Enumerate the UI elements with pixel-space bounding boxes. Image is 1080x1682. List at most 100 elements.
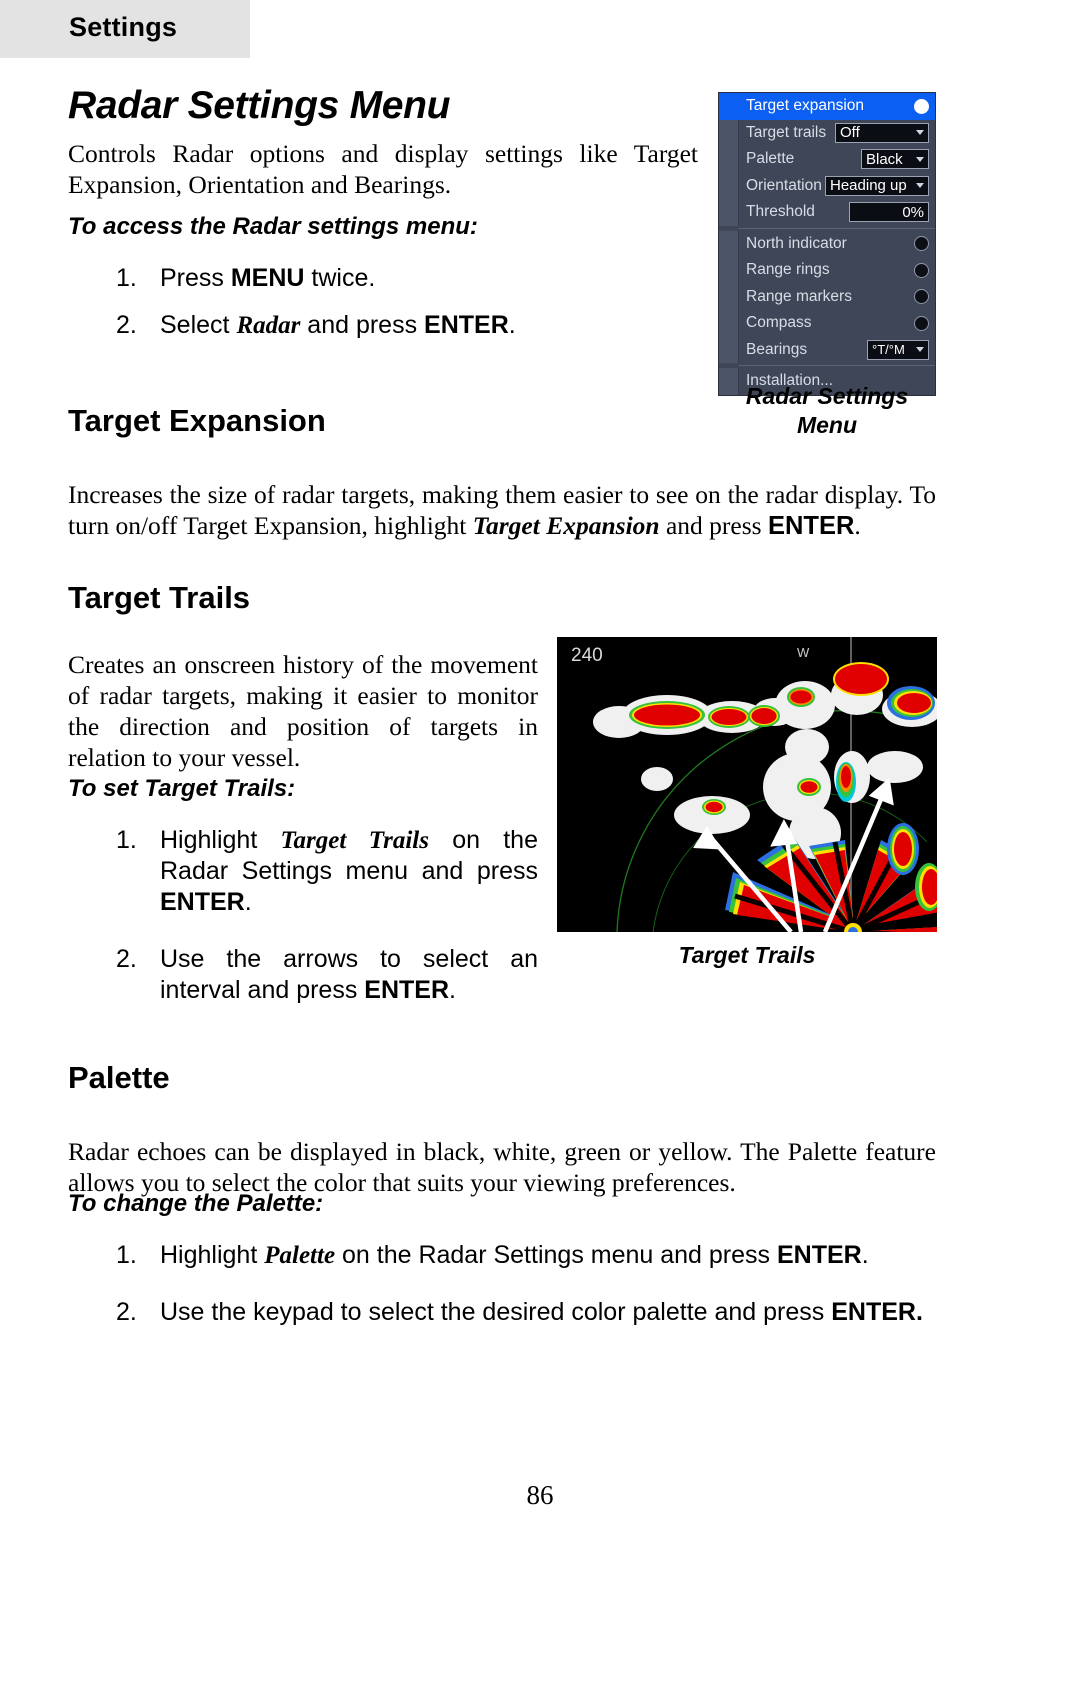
step-emphasis-target-trails: Target Trails (280, 827, 429, 854)
threshold-field[interactable]: 0% (849, 202, 929, 223)
menu-gutter (719, 257, 739, 284)
chevron-down-icon (916, 183, 924, 189)
step-text-suffix: . (449, 976, 456, 1004)
menu-item-threshold[interactable]: Threshold 0% (719, 199, 935, 226)
step-key-menu: MENU (230, 264, 305, 292)
step-number: 2. (116, 945, 137, 973)
step-number: 1. (116, 826, 137, 854)
step-emphasis-palette: Palette (264, 1242, 336, 1269)
step-key-enter: ENTER. (831, 1298, 923, 1326)
toggle-dot-icon[interactable] (914, 236, 929, 252)
menu-item-label: North indicator (746, 234, 847, 252)
step-number: 1. (116, 1241, 137, 1269)
menu-item-orientation[interactable]: Orientation Heading up (719, 172, 935, 199)
menu-item-compass[interactable]: Compass (719, 310, 935, 337)
bearings-combo[interactable]: °T/°M (867, 339, 929, 360)
menu-item-range-rings[interactable]: Range rings (719, 257, 935, 284)
step-text-suffix: . (244, 888, 252, 916)
palette-body: Radar echoes can be displayed in black, … (68, 1137, 936, 1197)
body-key-enter: ENTER (767, 512, 855, 540)
body-part-3: . (854, 511, 861, 540)
menu-item-label: Range markers (746, 287, 852, 305)
radar-settings-menu-figure: Target expansion Target trails Off Palet… (718, 92, 936, 396)
target-trails-figure-caption: Target Trails (678, 942, 816, 968)
palette-steps: 1. Highlight Palette on the Radar Settin… (68, 1240, 936, 1328)
threshold-value: 0% (902, 203, 924, 221)
access-procedure-steps: 1. Press MENU twice. 2. Select Radar and… (68, 263, 708, 341)
section-header-label: Settings (69, 12, 178, 42)
toggle-dot-icon[interactable] (914, 98, 929, 114)
list-item: 2. Select Radar and press ENTER. (68, 310, 708, 341)
step-text-prefix: Highlight (160, 1241, 265, 1269)
access-procedure-block: To access the Radar settings menu: 1. Pr… (68, 213, 708, 357)
radar-settings-menu-intro: Controls Radar options and display setti… (68, 139, 698, 199)
step-number: 1. (116, 264, 137, 292)
body-emphasis: Target Expansion (472, 511, 660, 540)
manual-page: Settings Target expansion Target trails … (0, 0, 1080, 1682)
step-text-suffix: . (861, 1241, 869, 1269)
step-text-prefix: Highlight (160, 826, 281, 854)
radar-settings-menu-section: Radar Settings Menu Controls Radar optio… (68, 84, 708, 200)
palette-value: Black (866, 150, 903, 168)
body-part-2: and press (659, 511, 768, 540)
step-text-prefix: Use the keypad to select the desired col… (160, 1298, 832, 1326)
toggle-dot-icon[interactable] (914, 262, 929, 278)
page-number: 86 (526, 1480, 554, 1510)
menu-item-label: Compass (746, 314, 812, 332)
step-text-suffix: . (508, 311, 516, 339)
chevron-down-icon (916, 156, 924, 162)
menu-gutter (719, 283, 739, 310)
menu-gutter (719, 199, 739, 226)
menu-item-label: Target expansion (746, 97, 865, 115)
menu-gutter (719, 119, 739, 146)
section-header-tab: Settings (0, 0, 250, 58)
step-key-enter: ENTER (160, 888, 245, 916)
chevron-down-icon (916, 347, 924, 353)
page-title: Radar Settings Menu (68, 84, 451, 127)
radar-scope-graphic: W (557, 637, 937, 932)
target-trails-radar-image: 240 W (557, 637, 937, 932)
target-trails-steps: 1. Highlight Target Trails on the Radar … (68, 825, 538, 1006)
list-item: 1. Highlight Target Trails on the Radar … (68, 825, 538, 918)
step-text-suffix: twice. (304, 264, 376, 292)
target-trails-procedure-title: To set Target Trails: (68, 775, 296, 802)
palette-procedure-title: To change the Palette: (68, 1190, 324, 1217)
step-text-prefix: Select (160, 311, 237, 339)
toggle-dot-icon[interactable] (914, 289, 929, 305)
menu-item-label: Threshold (746, 203, 815, 221)
target-expansion-body: Increases the size of radar targets, mak… (68, 479, 936, 542)
orientation-value: Heading up (830, 177, 907, 195)
access-procedure-title: To access the Radar settings menu: (68, 213, 478, 240)
menu-item-target-trails[interactable]: Target trails Off (719, 119, 935, 146)
target-trails-body: Creates an onscreen history of the movem… (68, 650, 538, 772)
menu-gutter (719, 146, 739, 173)
chevron-down-icon (916, 130, 924, 136)
menu-item-palette[interactable]: Palette Black (719, 146, 935, 173)
menu-item-bearings[interactable]: Bearings °T/°M (719, 336, 935, 363)
radar-range-label: 240 (571, 645, 603, 666)
palette-heading: Palette (68, 1060, 170, 1095)
menu-divider (739, 365, 935, 366)
list-item: 2. Use the arrows to select an interval … (68, 944, 538, 1006)
step-text-prefix: Use the arrows to select an interval and… (160, 945, 538, 1004)
step-number: 2. (116, 311, 137, 339)
bearings-value: °T/°M (872, 342, 905, 358)
target-trails-value: Off (840, 124, 860, 142)
menu-item-label: Bearings (746, 340, 808, 358)
palette-combo[interactable]: Black (861, 149, 929, 170)
menu-item-label: Range rings (746, 261, 830, 279)
menu-item-target-expansion[interactable]: Target expansion (719, 93, 935, 120)
step-number: 2. (116, 1298, 137, 1326)
step-key-enter: ENTER (776, 1241, 862, 1269)
menu-item-north-indicator[interactable]: North indicator (719, 230, 935, 257)
menu-item-label: Palette (746, 150, 795, 168)
toggle-dot-icon[interactable] (914, 315, 929, 331)
menu-item-range-markers[interactable]: Range markers (719, 283, 935, 310)
target-expansion-section: Target Expansion Increases the size of r… (68, 403, 936, 542)
menu-item-label: Orientation (746, 176, 822, 194)
target-trails-combo[interactable]: Off (835, 122, 929, 143)
menu-gutter (719, 230, 739, 257)
list-item: 1. Press MENU twice. (68, 263, 708, 294)
orientation-combo[interactable]: Heading up (825, 175, 929, 196)
target-trails-heading: Target Trails (68, 580, 251, 615)
